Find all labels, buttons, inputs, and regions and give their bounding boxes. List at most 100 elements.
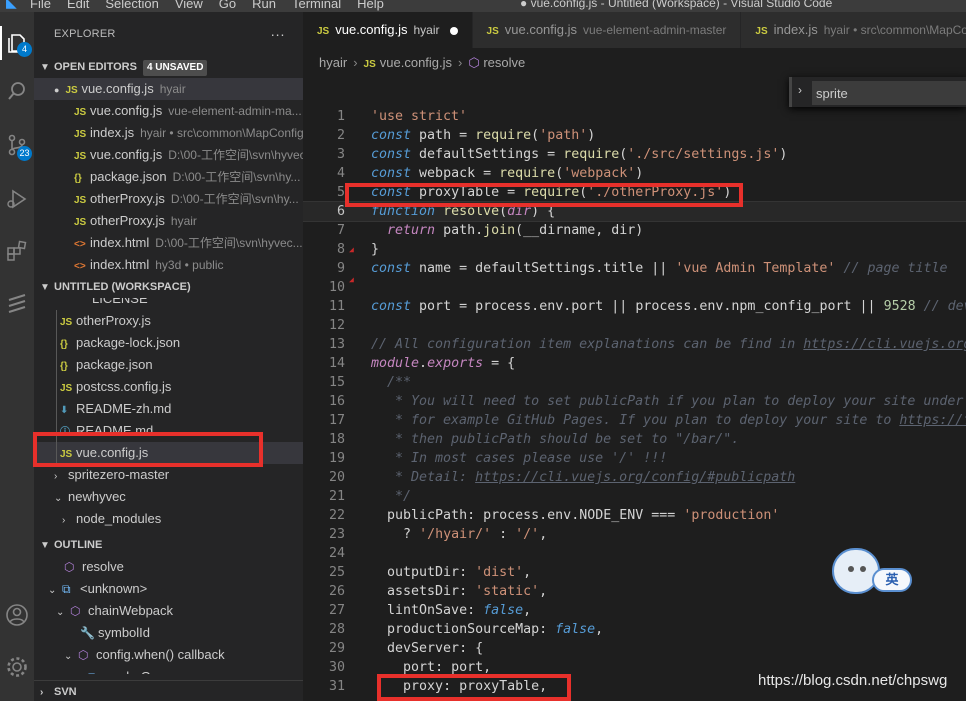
find-input[interactable] [812,81,966,105]
outline-item[interactable]: ⌄ ⬡ config.when() callback [34,644,303,666]
line-number: 23 [328,527,345,542]
code-line: 17 * for example GitHub Pages. If you pl… [303,411,966,430]
line-number: 11 [328,299,345,314]
manage-gear-icon[interactable] [0,650,34,684]
menu-view[interactable]: View [175,0,203,11]
account-icon[interactable] [0,598,34,632]
file-desc: hy3d • public [155,258,224,272]
code-line: 10 ◢ [303,275,966,297]
breadcrumb-root[interactable]: hyair [319,55,347,70]
run-debug-icon[interactable] [0,182,34,216]
line-number: 28 [328,622,345,637]
line-number: 21 [328,489,345,504]
open-editor-item[interactable]: <> index.html hy3d • public [34,254,303,276]
method-icon: ⬡ [70,604,81,618]
file-desc: D:\00-工作空间\svn\hy... [170,192,299,206]
code-line: 5 const proxyTable = require('./otherProx… [303,183,966,202]
tree-item[interactable]: LICENSE [34,298,303,310]
tree-item[interactable]: {} package.json [34,354,303,376]
tab-vue-config-admin[interactable]: JS vue.config.js vue-element-admin-master [472,12,742,48]
tab-label: index.js [773,22,818,37]
outline-item[interactable]: 🔧 symbolId [34,622,303,644]
ime-floating-widget[interactable]: 英 [832,548,912,594]
tree-item[interactable]: ⓘ README.md [34,420,303,442]
tab-index-js[interactable]: JS index.js hyair • src\common\MapCo [741,12,966,48]
file-desc: D:\00-工作空间\svn\hyvec [168,148,303,162]
breadcrumb: hyair › JS vue.config.js › ⬡ resolve [303,48,966,78]
source-control-icon[interactable]: 23 [0,130,34,164]
open-editor-item[interactable]: {} package.json D:\00-工作空间\svn\hy... [34,166,303,188]
js-file-icon: JS [317,26,330,37]
folder-name: newhyvec [68,489,126,504]
ime-language-label[interactable]: 英 [872,568,912,592]
js-file-icon: JS [74,107,87,118]
extensions-icon[interactable] [0,234,34,268]
tree-item-selected[interactable]: JS vue.config.js [34,442,303,464]
diff-deleted-marker-icon: ◢ [349,245,354,254]
code-line: 12 [303,316,966,335]
toggle-replace-chevron-icon[interactable]: › [798,83,802,97]
menu-terminal[interactable]: Terminal [292,0,341,11]
info-md-icon: ⓘ [60,427,70,438]
tree-folder[interactable]: ⌄ newhyvec [34,486,303,508]
unsaved-dot-icon[interactable] [449,26,458,35]
line-number: 4 [336,166,345,181]
menu-edit[interactable]: Edit [67,0,89,11]
tree-item[interactable]: ⬇ README-zh.md [34,398,303,420]
js-file-icon: JS [65,85,78,96]
tree-folder[interactable]: › spritezero-master [34,464,303,486]
folder-name: spritezero-master [68,467,170,482]
json-file-icon: {} [60,361,68,372]
property-wrench-icon: 🔧 [80,626,95,640]
workspace-header[interactable]: ▼ UNTITLED (WORKSPACE) [34,276,303,298]
open-editor-item[interactable]: <> index.html D:\00-工作空间\svn\hyvec... [34,232,303,254]
file-desc: hyair [159,82,186,96]
code-line: 2 const path = require('path') [303,126,966,145]
file-desc: hyair [170,214,197,228]
code-line: 4 const webpack = require('webpack') [303,164,966,183]
code-line: 23 ? '/hyair/' : '/', [303,525,966,544]
outline-item[interactable]: ⌄ ⬡ chainWebpack [34,600,303,622]
outline-header[interactable]: ▼ OUTLINE [34,534,303,556]
open-editor-item[interactable]: JS index.js hyair • src\common\MapConfig [34,122,303,144]
tab-label: vue.config.js [504,22,578,37]
search-icon[interactable] [0,74,34,108]
tab-vue-config-hyair[interactable]: JS vue.config.js hyair [303,12,473,48]
explorer-icon[interactable]: 4 [0,26,34,60]
open-editor-item[interactable]: JS vue.config.js vue-element-admin-ma... [34,100,303,122]
dirty-dot-icon[interactable]: ● [54,85,59,95]
open-editor-item[interactable]: JS otherProxy.js D:\00-工作空间\svn\hy... [34,188,303,210]
tree-folder[interactable]: › node_modules [34,508,303,530]
breadcrumb-symbol[interactable]: resolve [483,55,525,70]
tree-item[interactable]: JS postcss.config.js [34,376,303,398]
menu-help[interactable]: Help [357,0,384,11]
outline-name: cacheGroups [106,669,183,674]
menu-go[interactable]: Go [219,0,236,11]
tree-item[interactable]: JS otherProxy.js [34,310,303,332]
outline-item[interactable]: ⧉cacheGroups [34,666,303,674]
menu-file[interactable]: File [30,0,51,11]
open-editor-item[interactable]: JS otherProxy.js hyair [34,210,303,232]
file-name: postcss.config.js [76,379,172,394]
code-editor[interactable]: 1'use strict' 2 const path = require('pat… [303,107,966,701]
outline-label: OUTLINE [54,539,103,551]
menu-run[interactable]: Run [252,0,276,11]
indent-guide [56,354,57,376]
line-number: 17 [328,413,345,428]
remote-explorer-icon[interactable] [0,286,34,320]
json-file-icon: {} [60,339,68,350]
code-line: 15 /** [303,373,966,392]
more-actions-icon[interactable]: ··· [270,12,285,56]
open-editor-item[interactable]: JS vue.config.js D:\00-工作空间\svn\hyvec [34,144,303,166]
outline-item[interactable]: ⬡ resolve [34,556,303,578]
tree-item[interactable]: {} package-lock.json [34,332,303,354]
svn-header[interactable]: › SVN [34,680,303,701]
js-file-icon: JS [74,151,87,162]
breadcrumb-file[interactable]: vue.config.js [380,55,452,70]
menu-selection[interactable]: Selection [105,0,158,11]
code-line: 21 */ [303,487,966,506]
outline-name: symbolId [98,625,151,640]
open-editors-header[interactable]: ▼ OPEN EDITORS 4 UNSAVED [34,56,303,78]
outline-item[interactable]: ⌄ ⧉ <unknown> [34,578,303,600]
open-editor-item[interactable]: ● JS vue.config.js hyair [34,78,303,100]
